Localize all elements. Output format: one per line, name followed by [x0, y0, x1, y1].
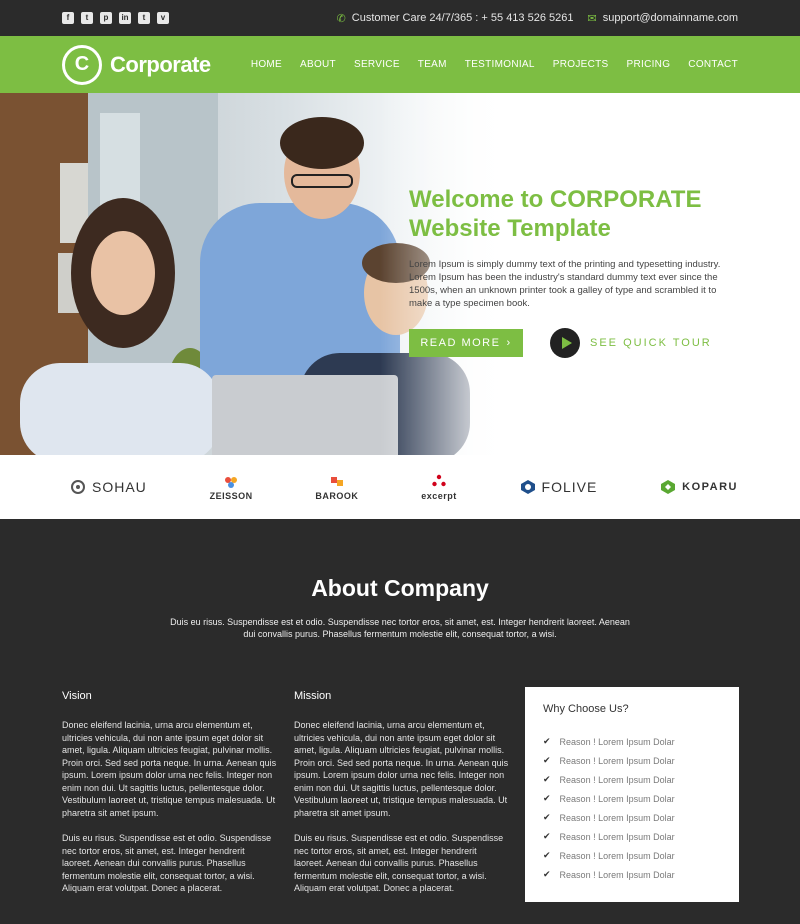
vision-paragraph: Donec eleifend lacinia, urna arcu elemen… — [62, 720, 277, 818]
vimeo-icon[interactable]: v — [157, 12, 169, 24]
nav-pricing[interactable]: PRICING — [627, 59, 671, 70]
pinterest-icon[interactable]: p — [100, 12, 112, 24]
hero-content: Welcome to CORPORATE Website Template Lo… — [409, 185, 739, 358]
sohau-logo-icon — [71, 480, 85, 494]
folive-logo-icon — [520, 480, 535, 494]
linkedin-icon[interactable]: in — [119, 12, 131, 24]
social-links: f t p in t v — [62, 12, 169, 24]
reason-text: Reason ! Lorem Ipsum Dolar — [559, 869, 675, 880]
nav-team[interactable]: TEAM — [418, 59, 447, 70]
brand-name: excerpt — [421, 490, 457, 501]
brand-name: SOHAU — [92, 479, 147, 495]
mission-paragraph: Duis eu risus. Suspendisse est et odio. … — [294, 833, 504, 893]
brand-excerpt: excerpt — [421, 474, 457, 501]
reason-text: Reason ! Lorem Ipsum Dolar — [559, 736, 675, 747]
about-section: About Company Duis eu risus. Suspendisse… — [0, 519, 800, 924]
vision-title: Vision — [62, 690, 92, 702]
reasons-list: ✔ Reason ! Lorem Ipsum Dolar ✔ Reason ! Lo… — [543, 732, 721, 884]
nav-projects[interactable]: PROJECTS — [553, 59, 609, 70]
brand-barook: BAROOK — [315, 474, 358, 501]
list-item: ✔ Reason ! Lorem Ipsum Dolar — [543, 865, 721, 884]
barook-logo-icon — [330, 476, 343, 486]
list-item: ✔ Reason ! Lorem Ipsum Dolar — [543, 827, 721, 846]
contact-info: ✆ Customer Care 24/7/365 : + 55 413 526 … — [337, 12, 738, 25]
brand-name: FOLIVE — [541, 479, 598, 495]
why-choose-us-box: Why Choose Us? ✔ Reason ! Lorem Ipsum Dol… — [525, 687, 739, 902]
excerpt-logo-icon — [432, 474, 446, 486]
hero-text: Lorem Ipsum is simply dummy text of the … — [409, 259, 721, 309]
vision-column: Vision Donec eleifend lacinia, urna arcu… — [62, 682, 277, 895]
brand-name: ZEISSON — [209, 490, 253, 501]
main-menu: HOME ABOUT SERVICE TEAM TESTIMONIAL PROJ… — [251, 59, 738, 70]
reason-text: Reason ! Lorem Ipsum Dolar — [559, 850, 675, 861]
reason-text: Reason ! Lorem Ipsum Dolar — [559, 812, 675, 823]
list-item: ✔ Reason ! Lorem Ipsum Dolar — [543, 770, 721, 789]
nav-about[interactable]: ABOUT — [300, 59, 336, 70]
check-icon: ✔ — [543, 850, 551, 860]
list-item: ✔ Reason ! Lorem Ipsum Dolar — [543, 846, 721, 865]
list-item: ✔ Reason ! Lorem Ipsum Dolar — [543, 789, 721, 808]
about-subtitle: Duis eu risus. Suspendisse est et odio. … — [170, 617, 630, 639]
reason-text: Reason ! Lorem Ipsum Dolar — [559, 774, 675, 785]
read-more-button[interactable]: READ MORE › — [409, 329, 523, 357]
twitter-icon[interactable]: t — [81, 12, 93, 24]
nav-contact[interactable]: CONTACT — [688, 59, 738, 70]
check-icon: ✔ — [543, 812, 551, 822]
check-icon: ✔ — [543, 774, 551, 784]
email-label[interactable]: support@domainname.com — [603, 12, 738, 24]
tumblr-icon[interactable]: t — [138, 12, 150, 24]
logo[interactable]: C Corporate — [62, 44, 211, 85]
mission-paragraph: Donec eleifend lacinia, urna arcu elemen… — [294, 720, 509, 818]
brand-name: KOPARU — [682, 481, 738, 493]
quick-tour-link[interactable]: SEE QUICK TOUR — [590, 337, 712, 349]
hero-title: Welcome to CORPORATE Website Template — [409, 186, 702, 242]
reason-text: Reason ! Lorem Ipsum Dolar — [559, 793, 675, 804]
nav-service[interactable]: SERVICE — [354, 59, 400, 70]
vision-paragraph: Duis eu risus. Suspendisse est et odio. … — [62, 833, 272, 893]
mission-column: Mission Donec eleifend lacinia, urna arc… — [294, 682, 509, 895]
reason-text: Reason ! Lorem Ipsum Dolar — [559, 831, 675, 842]
main-navbar: C Corporate HOME ABOUT SERVICE TEAM TEST… — [0, 36, 800, 93]
reason-text: Reason ! Lorem Ipsum Dolar — [559, 755, 675, 766]
brand-name: BAROOK — [315, 490, 359, 501]
play-icon — [561, 337, 572, 349]
check-icon: ✔ — [543, 869, 551, 879]
phone-contact: ✆ Customer Care 24/7/365 : + 55 413 526 … — [337, 12, 574, 25]
check-icon: ✔ — [543, 831, 551, 841]
email-contact[interactable]: ✉ support@domainname.com — [587, 12, 738, 25]
brand-logos: SOHAU ZEISSON BAROOK excerpt FOLIVE KOPA… — [0, 455, 800, 519]
why-title: Why Choose Us? — [543, 703, 629, 715]
brand-sohau: SOHAU — [70, 479, 147, 495]
chevron-right-icon: › — [506, 337, 512, 349]
brand-zeisson: ZEISSON — [210, 474, 253, 501]
nav-home[interactable]: HOME — [251, 59, 282, 70]
koparu-logo-icon — [661, 480, 676, 494]
brand-koparu: KOPARU — [660, 479, 738, 495]
hero-actions: READ MORE › SEE QUICK TOUR — [409, 328, 739, 358]
mission-title: Mission — [294, 690, 332, 702]
check-icon: ✔ — [543, 793, 551, 803]
logo-letter: C — [74, 53, 90, 75]
top-bar: f t p in t v ✆ Customer Care 24/7/365 : … — [0, 0, 800, 36]
zeisson-logo-icon — [225, 476, 238, 488]
hero-section: Welcome to CORPORATE Website Template Lo… — [0, 93, 800, 455]
envelope-icon: ✉ — [587, 12, 597, 25]
list-item: ✔ Reason ! Lorem Ipsum Dolar — [543, 808, 721, 827]
read-more-label: READ MORE — [420, 337, 501, 349]
nav-testimonial[interactable]: TESTIMONIAL — [465, 59, 535, 70]
list-item: ✔ Reason ! Lorem Ipsum Dolar — [543, 732, 721, 751]
phone-icon: ✆ — [336, 12, 346, 25]
play-button[interactable] — [550, 328, 580, 358]
facebook-icon[interactable]: f — [62, 12, 74, 24]
about-title: About Company — [311, 575, 489, 601]
brand-folive: FOLIVE — [520, 479, 598, 495]
phone-label: Customer Care 24/7/365 : + 55 413 526 52… — [351, 12, 574, 24]
check-icon: ✔ — [543, 736, 551, 746]
list-item: ✔ Reason ! Lorem Ipsum Dolar — [543, 751, 721, 770]
check-icon: ✔ — [543, 755, 551, 765]
logo-mark: C — [62, 44, 102, 85]
logo-text: Corporate — [110, 51, 211, 77]
